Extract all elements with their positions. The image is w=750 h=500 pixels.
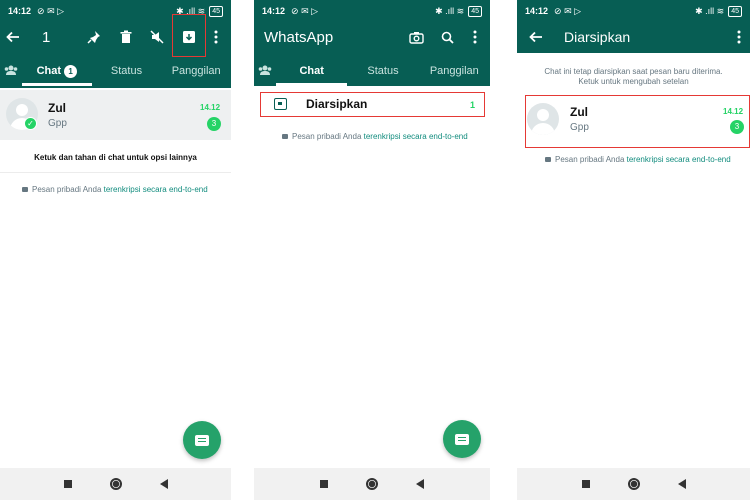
page-title: Diarsipkan	[564, 29, 631, 45]
camera-icon[interactable]	[406, 27, 426, 47]
tab-status[interactable]: Status	[347, 56, 418, 86]
chat-highlight-box	[525, 95, 750, 148]
search-icon[interactable]	[437, 27, 457, 47]
app-title: WhatsApp	[264, 28, 334, 46]
status-bar: 14:12 ⊘ ✉ ▷ ✱ .ıll ≋ 45	[254, 0, 490, 22]
recents-nav-icon[interactable]	[581, 480, 590, 488]
app-header: 14:12 ⊘ ✉ ▷ ✱ .ıll ≋ 45 1 Chat 1 Status …	[0, 0, 231, 88]
chat-hint: Ketuk dan tahan di chat untuk opsi lainn…	[34, 153, 197, 162]
battery-icon: 45	[209, 5, 223, 17]
tab-calls[interactable]: Panggilan	[419, 56, 490, 86]
encryption-notice: Pesan pribadi Anda terenkripsi secara en…	[545, 155, 731, 164]
home-nav-icon[interactable]	[109, 478, 122, 490]
tab-chat-badge: 1	[64, 65, 78, 78]
encryption-text: Pesan pribadi Anda	[32, 185, 104, 194]
encryption-link[interactable]: terenkripsi secara end-to-end	[104, 185, 208, 194]
encryption-text: Pesan pribadi Anda	[555, 155, 627, 164]
archived-toolbar: Diarsipkan	[517, 22, 750, 52]
selected-count: 1	[42, 28, 51, 46]
chat-time: 14.12	[200, 103, 221, 112]
lock-icon	[545, 157, 551, 162]
new-chat-icon	[455, 433, 469, 445]
community-icon[interactable]	[254, 64, 276, 78]
tab-chat[interactable]: Chat 1	[22, 56, 92, 86]
more-icon[interactable]	[465, 27, 485, 47]
encryption-text: Pesan pribadi Anda	[292, 132, 364, 141]
app-header: 14:12 ⊘ ✉ ▷ ✱ .ıll ≋ 45 WhatsApp Chat St…	[254, 0, 490, 86]
back-arrow-icon[interactable]	[3, 27, 23, 47]
status-time: 14:12	[8, 6, 32, 16]
back-nav-icon[interactable]	[677, 479, 686, 489]
encryption-notice: Pesan pribadi Anda terenkripsi secara en…	[22, 185, 208, 194]
delete-icon[interactable]	[116, 27, 136, 47]
tab-calls-label: Panggilan	[429, 65, 479, 77]
tab-chat[interactable]: Chat	[276, 56, 348, 86]
tab-chat-label: Chat	[299, 65, 324, 77]
main-toolbar: WhatsApp	[254, 22, 490, 52]
system-nav-bar	[254, 468, 490, 500]
encryption-link[interactable]: terenkripsi secara end-to-end	[627, 155, 731, 164]
status-bar: 14:12 ⊘ ✉ ▷ ✱ .ıll ≋ 45	[517, 0, 750, 22]
community-icon[interactable]	[0, 64, 22, 78]
back-nav-icon[interactable]	[416, 479, 424, 489]
archived-highlight-box	[260, 92, 485, 117]
system-nav-bar	[0, 468, 231, 500]
battery-icon: 45	[728, 5, 742, 17]
tab-calls[interactable]: Panggilan	[161, 56, 231, 86]
tab-calls-label: Panggilan	[171, 65, 221, 77]
recents-nav-icon[interactable]	[63, 480, 72, 488]
status-right-icons: ✱ .ıll ≋	[435, 5, 465, 16]
selected-check-icon: ✓	[24, 117, 37, 130]
new-chat-button[interactable]	[183, 421, 221, 459]
archive-highlight-box	[172, 14, 206, 57]
lock-icon	[22, 187, 28, 192]
divider	[0, 172, 231, 173]
system-nav-bar	[517, 468, 750, 500]
status-left-icons: ⊘ ✉ ▷	[37, 5, 65, 16]
status-time: 14:12	[262, 6, 286, 16]
tab-status-label: Status	[110, 65, 143, 77]
tab-status[interactable]: Status	[92, 56, 162, 86]
new-chat-button[interactable]	[443, 420, 481, 458]
more-icon[interactable]	[729, 27, 749, 47]
home-nav-icon[interactable]	[627, 478, 640, 490]
app-header: 14:12 ⊘ ✉ ▷ ✱ .ıll ≋ 45 Diarsipkan	[517, 0, 750, 53]
phone-panel-chat-selected: 14:12 ⊘ ✉ ▷ ✱ .ıll ≋ 45 1 Chat 1 Status …	[0, 0, 231, 500]
status-time: 14:12	[525, 6, 549, 16]
back-arrow-icon[interactable]	[526, 27, 546, 47]
new-chat-icon	[195, 434, 209, 446]
tab-status-label: Status	[367, 65, 399, 77]
status-right-icons: ✱ .ıll ≋	[695, 5, 725, 16]
encryption-link[interactable]: terenkripsi secara end-to-end	[364, 132, 468, 141]
home-nav-icon[interactable]	[366, 478, 378, 490]
phone-panel-chat-list: 14:12 ⊘ ✉ ▷ ✱ .ıll ≋ 45 WhatsApp Chat St…	[254, 0, 490, 500]
chat-message: Gpp	[48, 118, 67, 129]
recents-nav-icon[interactable]	[320, 480, 328, 488]
phone-panel-archived: 14:12 ⊘ ✉ ▷ ✱ .ıll ≋ 45 Diarsipkan Chat …	[517, 0, 750, 500]
battery-icon: 45	[468, 5, 482, 17]
tab-bar: Chat Status Panggilan	[254, 56, 490, 86]
pin-icon[interactable]	[84, 27, 104, 47]
encryption-notice: Pesan pribadi Anda terenkripsi secara en…	[282, 132, 468, 141]
status-left-icons: ⊘ ✉ ▷	[554, 5, 582, 16]
status-left-icons: ⊘ ✉ ▷	[291, 5, 319, 16]
archive-notice-line1[interactable]: Chat ini tetap diarsipkan saat pesan bar…	[517, 67, 750, 76]
tab-chat-label: Chat	[36, 65, 62, 77]
tab-bar: Chat 1 Status Panggilan	[0, 56, 231, 86]
chat-name: Zul	[48, 101, 66, 115]
mute-icon[interactable]	[147, 27, 167, 47]
archive-notice-line2[interactable]: Ketuk untuk mengubah setelan	[517, 77, 750, 86]
more-icon[interactable]	[206, 27, 226, 47]
lock-icon	[282, 134, 288, 139]
back-nav-icon[interactable]	[159, 479, 168, 489]
unread-badge: 3	[207, 117, 221, 131]
